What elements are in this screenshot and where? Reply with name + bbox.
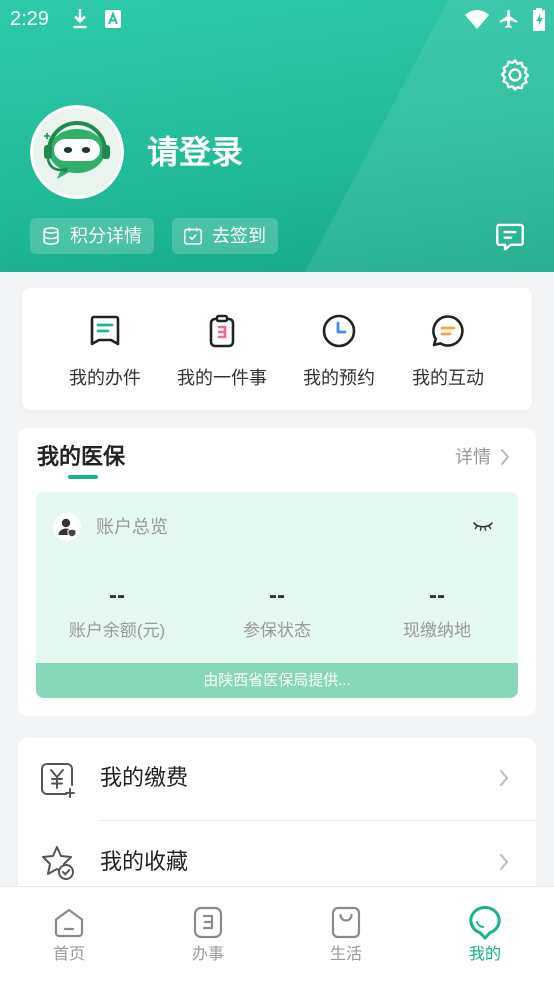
quick-action-one-thing[interactable]: 我的一件事 [167, 288, 277, 410]
tab-label: 首页 [52, 946, 85, 963]
stat-label: 现缴纳地 [403, 621, 471, 640]
tab-life[interactable]: 生活 [277, 887, 415, 984]
quick-action-interactions[interactable]: 我的互动 [393, 288, 503, 410]
stat-value: -- [269, 582, 285, 609]
status-time: 2:29 [10, 8, 49, 30]
stat-label: 账户余额(元) [68, 621, 166, 640]
points-details-label: 积分详情 [70, 226, 142, 246]
chat-bubble-icon [432, 315, 464, 347]
calendar-check-icon [183, 227, 203, 245]
medical-insurance-card: 我的医保 详情 账户总览 -- 账户余额(元) -- 参保状态 -- 现缴纳地 … [18, 428, 536, 716]
stat-value: -- [109, 582, 125, 609]
login-prompt[interactable]: 请登录 [147, 132, 243, 172]
section-title: 我的医保 [37, 444, 126, 469]
profile-icon [469, 905, 501, 940]
stat-value: -- [429, 582, 445, 609]
yen-payment-icon [41, 763, 75, 798]
quick-action-my-cases[interactable]: 我的办件 [50, 288, 160, 410]
download-icon [73, 9, 87, 29]
quick-action-label: 我的办件 [69, 368, 141, 388]
points-details-button[interactable]: 积分详情 [30, 218, 154, 254]
quick-action-label: 我的互动 [412, 368, 484, 388]
clock-icon [322, 314, 356, 348]
chevron-right-icon[interactable] [499, 447, 511, 467]
profile-screen: 2:29 请登录 积分详情 去签到 我的办件 我的一件事 我的预约 我的互动 我… [0, 0, 554, 984]
provider-note: 由陕西省医保局提供... [36, 663, 518, 698]
bottom-tab-bar: 首页 办事 生活 我的 [0, 886, 554, 984]
settings-gear-icon[interactable] [497, 57, 533, 93]
tab-services[interactable]: 办事 [139, 887, 277, 984]
document-icon [90, 315, 120, 346]
profile-header: 2:29 请登录 积分详情 去签到 [0, 0, 554, 272]
stat-payment-location: -- 现缴纳地 [357, 492, 517, 652]
tab-mine[interactable]: 我的 [416, 887, 554, 984]
quick-action-label: 我的一件事 [177, 368, 267, 388]
avatar[interactable] [30, 105, 124, 199]
clipboard-icon [209, 314, 235, 348]
tab-label: 我的 [468, 946, 501, 963]
stat-label: 参保状态 [243, 621, 311, 640]
menu-item-label: 我的收藏 [100, 849, 189, 874]
star-favorite-icon [42, 846, 74, 880]
app-notification-icon [105, 10, 121, 28]
quick-action-appointments[interactable]: 我的预约 [284, 288, 394, 410]
stat-balance: -- 账户余额(元) [37, 492, 197, 652]
check-in-button[interactable]: 去签到 [172, 218, 278, 254]
message-icon[interactable] [493, 220, 527, 254]
check-in-label: 去签到 [212, 226, 266, 246]
quick-action-label: 我的预约 [303, 368, 375, 388]
database-icon [43, 227, 59, 245]
account-overview-panel: 账户总览 -- 账户余额(元) -- 参保状态 -- 现缴纳地 由陕西省医保局提… [36, 492, 518, 698]
quick-actions-card: 我的办件 我的一件事 我的预约 我的互动 [22, 288, 532, 410]
chevron-right-icon [500, 770, 509, 786]
shopping-bag-icon [331, 906, 361, 939]
home-icon [54, 908, 84, 938]
stat-insurance-status: -- 参保状态 [197, 492, 357, 652]
menu-item-label: 我的缴费 [100, 765, 189, 790]
tab-label: 生活 [329, 946, 362, 963]
divider [98, 820, 536, 821]
wifi-icon [465, 10, 489, 29]
title-underline [68, 475, 98, 479]
tab-home[interactable]: 首页 [0, 887, 138, 984]
airplane-mode-icon [499, 9, 518, 29]
chevron-right-icon [500, 854, 509, 870]
tasks-icon [193, 906, 223, 939]
details-link[interactable]: 详情 [455, 445, 491, 469]
battery-charging-icon [533, 8, 545, 31]
tab-label: 办事 [191, 946, 224, 963]
